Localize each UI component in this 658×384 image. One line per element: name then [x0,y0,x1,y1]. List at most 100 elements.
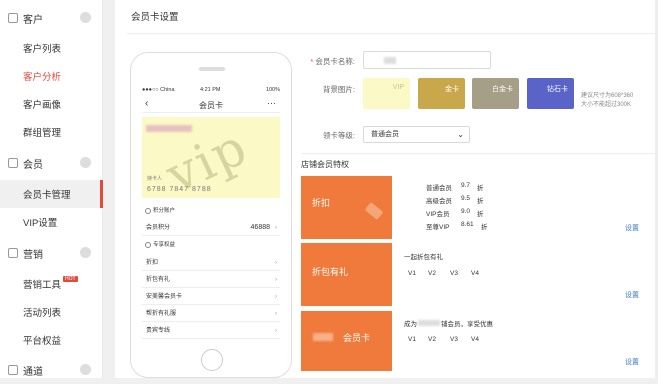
member-icon [8,158,18,168]
time-text: 4:21 PM [200,87,221,93]
channel-icon [8,365,18,375]
benefit-row[interactable]: 折包有礼 › [142,272,280,288]
sidebar-item-marketing-tools[interactable]: 营销工具 HOT [0,270,103,298]
blurred-value [384,57,396,64]
sidebar-group-member[interactable]: 会员 [0,149,103,177]
points-section-header: 积分账户 [142,206,280,217]
discount-level: 普通会员 [426,185,452,192]
bg-option-gold[interactable]: 金卡 [418,78,465,109]
hot-badge: HOT [63,276,78,282]
sidebar-group-label: 通道 [23,366,43,378]
points-label: 会员积分 [146,225,171,231]
status-bar: ●●●○○ China 4:21 PM 100% [142,86,280,95]
phone-nav-title: 会员卡 [199,101,223,110]
sidebar-item-activity-list[interactable]: 活动列表 [0,298,103,326]
benefits-section-header: 专享权益 [142,240,280,251]
bg-hint-size: 建议尺寸为608*360 [581,93,634,99]
sidebar-group-label: 营销 [23,249,43,261]
privilege-label: 折扣 [312,198,331,208]
sidebar-group-marketing[interactable]: 营销 [0,239,103,267]
benefit-row[interactable]: 贵宾专线 › [142,323,280,339]
discount-unit: 折 [477,211,484,218]
benefits-section-title: 专享权益 [153,242,176,248]
gift-settings-link[interactable]: 设置 [625,290,639,300]
benefit-row[interactable]: 折扣 › [142,255,280,271]
privilege-card-gift[interactable]: 折包有礼 [301,243,392,306]
marketing-icon [8,248,18,258]
level-select[interactable]: 普通会员 ⌄ [363,126,470,143]
sidebar-group-label: 客户 [23,14,43,26]
card-holder: 持卡人 [147,176,163,182]
gift-desc: 一起折包有礼 [404,254,443,261]
sidebar-item-customer-list[interactable]: 客户列表 [0,34,103,62]
benefit-label: 折扣 [146,260,159,266]
collapse-icon[interactable] [80,247,91,258]
benefit-label: 贵宾专线 [146,328,171,334]
sidebar-group-channel[interactable]: 通道 [0,356,103,384]
more-icon[interactable]: ··· [267,98,276,108]
benefit-label: 安美馨会员卡 [146,294,183,300]
card-number: 6788 7847 8788 [147,186,212,193]
bg-option-vip[interactable]: VIP [363,78,410,109]
card-name-label-text: 会员卡名称: [315,57,355,66]
chevron-right-icon: › [275,260,277,266]
privilege-card-discount[interactable]: 折扣 [301,176,392,239]
card-level: V2 [428,336,436,343]
sidebar-item-label: 营销工具 [23,280,62,291]
gift-icon [145,242,151,248]
discount-settings-link[interactable]: 设置 [625,223,639,233]
sidebar-item-member-card[interactable]: 会员卡管理 [0,180,103,208]
tag-icon [364,202,384,220]
bg-option-label: 钻石卡 [547,86,568,93]
chevron-right-icon: › [275,294,277,300]
level-select-value: 普通会员 [371,131,399,138]
sidebar: 客户 客户列表 客户分析 客户画像 群组管理 会员 会员卡管理 VIP设置 营销… [0,0,103,378]
discount-unit: 折 [481,224,488,231]
collapse-icon[interactable] [80,157,91,168]
benefit-label: 折包有礼 [146,277,171,283]
sidebar-item-vip-settings[interactable]: VIP设置 [0,208,103,236]
divider [301,153,658,154]
bg-option-diamond[interactable]: 钻石卡 [527,78,574,109]
collapse-icon[interactable] [80,364,91,375]
sidebar-item-customer-analysis[interactable]: 客户分析 [0,62,103,90]
sidebar-item-group-management[interactable]: 群组管理 [0,118,103,146]
chevron-right-icon: › [275,311,277,317]
discount-unit: 折 [477,198,484,205]
points-row[interactable]: 会员积分 46888 › [142,220,280,236]
sidebar-item-platform-rights[interactable]: 平台权益 [0,326,103,354]
card-settings-link[interactable]: 设置 [625,357,639,367]
sidebar-item-customer-profile[interactable]: 客户画像 [0,90,103,118]
bg-option-label: 白金卡 [492,86,513,93]
bg-option-label: VIP [392,84,404,91]
card-desc-prefix: 成为 [404,321,417,328]
benefit-row[interactable]: 安美馨会员卡 › [142,289,280,305]
discount-value: 9.7 [461,182,471,189]
phone-speaker [199,67,225,71]
card-level: V4 [471,336,479,343]
card-level: V1 [408,336,416,343]
privilege-card-member[interactable]: 会员卡 [301,311,392,371]
gift-level: V1 [408,270,416,277]
discount-value: 9.5 [461,195,471,202]
privileges-title: 店铺会员特权 [301,160,349,169]
discount-value: 9.0 [461,208,471,215]
benefit-row[interactable]: 帮折有礼服 › [142,306,280,322]
collapse-icon[interactable] [80,12,91,23]
sidebar-group-customer[interactable]: 客户 [0,4,103,32]
card-desc-suffix: 铺会员，享受优惠 [441,321,493,328]
discount-unit: 折 [477,185,484,192]
discount-level: 至尊VIP [426,224,450,231]
home-button [201,349,223,371]
card-name-input[interactable] [363,51,491,69]
phone-preview: ●●●○○ China 4:21 PM 100% ‹ 会员卡 ··· vip 持… [130,52,292,378]
blurred-logo [146,125,192,132]
bg-option-platinum[interactable]: 白金卡 [472,78,519,109]
blurred-shop-name [418,320,440,326]
card-name-label: * 会员卡名称: [310,57,355,66]
chevron-right-icon: › [275,328,277,334]
card-desc: 成为 铺会员，享受优惠 [404,318,493,328]
gift-level: V3 [450,270,458,277]
phone-nav-bar: ‹ 会员卡 ··· [142,95,280,113]
bg-hint: 建议尺寸为608*360 大小不能超过300K [581,92,633,110]
